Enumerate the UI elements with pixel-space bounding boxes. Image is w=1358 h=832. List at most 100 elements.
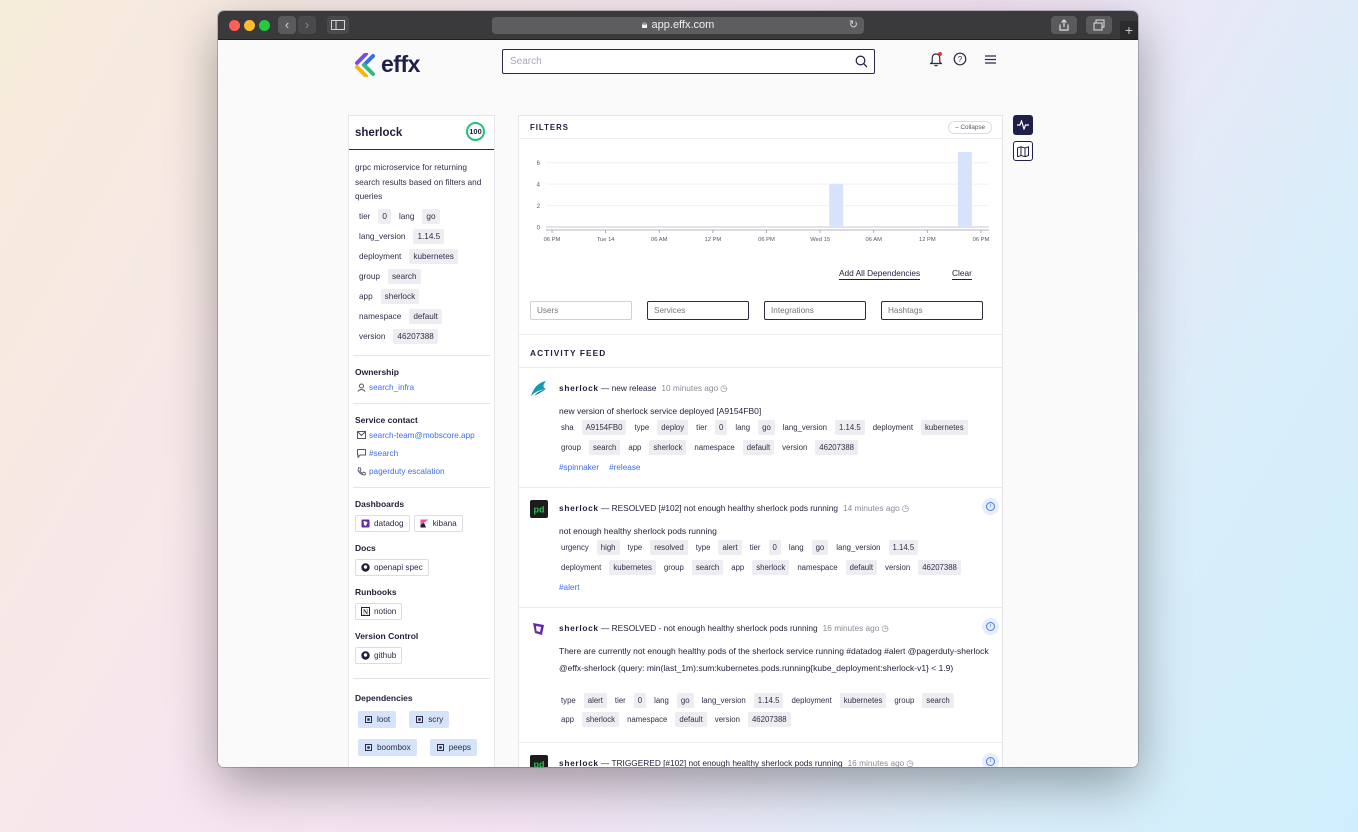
tag-value[interactable]: A9154FB0 (581, 420, 627, 435)
dependency-chip[interactable]: boombox (358, 738, 417, 756)
openapi-spec-link[interactable]: openapi spec (355, 558, 429, 576)
tag-value[interactable]: 46207388 (815, 440, 858, 455)
tag-value[interactable]: 46207388 (747, 712, 791, 727)
new-tab-button[interactable]: + (1120, 21, 1138, 39)
reload-icon[interactable]: ↻ (849, 17, 858, 34)
menu-button[interactable] (984, 52, 997, 70)
attribute-value[interactable]: 0 (378, 208, 391, 224)
tag-value[interactable]: default (742, 440, 775, 455)
tag-value[interactable]: resolved (650, 540, 688, 555)
tag-value[interactable]: kubernetes (609, 560, 656, 575)
owner-team[interactable]: search_infra (369, 383, 414, 392)
attribute-value[interactable]: sherlock (380, 288, 420, 304)
contact-slack[interactable]: #search (369, 449, 398, 458)
tag-value[interactable]: alert (718, 540, 742, 555)
tag-value[interactable]: alert (583, 693, 607, 708)
kibana-dashboard-link[interactable]: kibana (413, 514, 463, 532)
tag-value[interactable]: high (596, 540, 620, 555)
tag-value[interactable]: search (588, 440, 621, 455)
tag-value[interactable]: sherlock (649, 440, 687, 455)
hashtags-filter-input[interactable] (881, 301, 983, 320)
search-input[interactable] (503, 50, 833, 72)
tag-value[interactable]: go (758, 420, 775, 435)
hashtag-link[interactable]: #alert (559, 583, 579, 592)
close-window-button[interactable] (229, 20, 240, 31)
attribute-value[interactable]: search (387, 268, 421, 284)
attribute-value[interactable]: go (422, 208, 440, 224)
attribute-value[interactable]: default (409, 308, 442, 324)
attribute-value[interactable]: 46207388 (393, 328, 438, 344)
contact-pager-link[interactable]: pagerduty escalation (349, 467, 494, 476)
feed-item[interactable]: pd sherlock — TRIGGERED [#102] not enoug… (519, 743, 1002, 767)
feed-item-title[interactable]: sherlock — TRIGGERED [#102] not enough h… (559, 758, 914, 767)
github-link[interactable]: github (355, 646, 403, 664)
feed-item-title[interactable]: sherlock — new release 10 minutes ago ◷ (559, 383, 727, 393)
tag-value[interactable]: sherlock (582, 712, 620, 727)
collapse-button[interactable]: – Collapse (948, 121, 992, 134)
help-button[interactable]: ? (953, 52, 967, 71)
sidebar-toggle-button[interactable] (327, 16, 349, 34)
contact-email-link[interactable]: search-team@mobscore.app (349, 431, 494, 440)
dependency-chip[interactable]: peeps (429, 738, 477, 756)
share-button[interactable] (1051, 16, 1077, 34)
tag-value[interactable]: search (922, 693, 954, 708)
attribute-value[interactable]: kubernetes (409, 248, 458, 264)
contact-pager[interactable]: pagerduty escalation (369, 467, 445, 476)
contact-email[interactable]: search-team@mobscore.app (369, 431, 475, 440)
effx-logo[interactable]: effx (354, 51, 420, 78)
hashtag-link[interactable]: #release (609, 463, 640, 472)
activity-view-button[interactable] (1013, 115, 1033, 135)
tag-value[interactable]: default (675, 712, 707, 727)
tag-value[interactable]: sherlock (752, 560, 790, 575)
tag-value[interactable]: kubernetes (921, 420, 968, 435)
side-view-toggles (1013, 115, 1033, 167)
forward-button[interactable]: › (298, 16, 316, 34)
feed-item[interactable]: sherlock — new release 10 minutes ago ◷ ne… (519, 368, 1002, 488)
app-page: effx ? sherlock 100 grpc microservice fo… (218, 40, 1138, 767)
hashtag-link[interactable]: #spinnaker (559, 463, 599, 472)
attribute-value[interactable]: 1.14.5 (413, 228, 445, 244)
datadog-dashboard-link[interactable]: datadog (355, 514, 410, 532)
owner-link[interactable]: search_infra (349, 383, 494, 392)
search-box[interactable] (502, 49, 875, 74)
notifications-button[interactable] (929, 52, 943, 72)
tag-value[interactable]: 46207388 (918, 560, 961, 575)
clear-filters-button[interactable]: Clear (952, 268, 972, 280)
info-icon[interactable]: i (986, 622, 995, 631)
info-icon[interactable]: i (986, 502, 995, 511)
info-icon[interactable]: i (986, 757, 995, 766)
services-filter-input[interactable] (647, 301, 749, 320)
tag-value[interactable]: 1.14.5 (835, 420, 865, 435)
tag-value[interactable]: 1.14.5 (888, 540, 919, 555)
dependency-chip[interactable]: scry (409, 710, 450, 728)
contact-slack-link[interactable]: #search (349, 448, 494, 458)
maximize-window-button[interactable] (259, 20, 270, 31)
address-bar[interactable]: 🔒︎ app.effx.com ↻ (492, 17, 864, 34)
tag-value[interactable]: 0 (633, 693, 647, 708)
feed-item[interactable]: pd sherlock — RESOLVED [#102] not enough… (519, 488, 1002, 608)
feed-item[interactable]: sherlock — RESOLVED - not enough healthy… (519, 608, 1002, 743)
tag-value[interactable]: go (676, 693, 694, 708)
users-filter-input[interactable] (530, 301, 632, 320)
feed-item-title[interactable]: sherlock — RESOLVED - not enough healthy… (559, 623, 889, 633)
feed-item-title[interactable]: sherlock — RESOLVED [#102] not enough he… (559, 503, 909, 513)
add-all-dependencies-button[interactable]: Add All Dependencies (839, 268, 921, 280)
tag-value[interactable]: go (811, 540, 829, 555)
tag-value[interactable]: 0 (715, 420, 728, 435)
search-icon[interactable] (855, 55, 868, 68)
dependency-chip[interactable]: loot (358, 710, 397, 728)
tag-value[interactable]: search (691, 560, 724, 575)
notion-runbook-link[interactable]: N notion (355, 602, 403, 620)
pagerduty-icon: pd (530, 500, 548, 518)
show-tabs-button[interactable] (1086, 16, 1112, 34)
tag-value[interactable]: deploy (657, 420, 689, 435)
back-button[interactable]: ‹ (278, 16, 296, 34)
service-score-badge[interactable]: 100 (466, 122, 485, 141)
tag-value[interactable]: 0 (768, 540, 781, 555)
tag-value[interactable]: default (845, 560, 878, 575)
tag-value[interactable]: 1.14.5 (753, 693, 784, 708)
map-view-button[interactable] (1013, 141, 1033, 161)
tag-value[interactable]: kubernetes (839, 693, 887, 708)
integrations-filter-input[interactable] (764, 301, 866, 320)
minimize-window-button[interactable] (244, 20, 255, 31)
